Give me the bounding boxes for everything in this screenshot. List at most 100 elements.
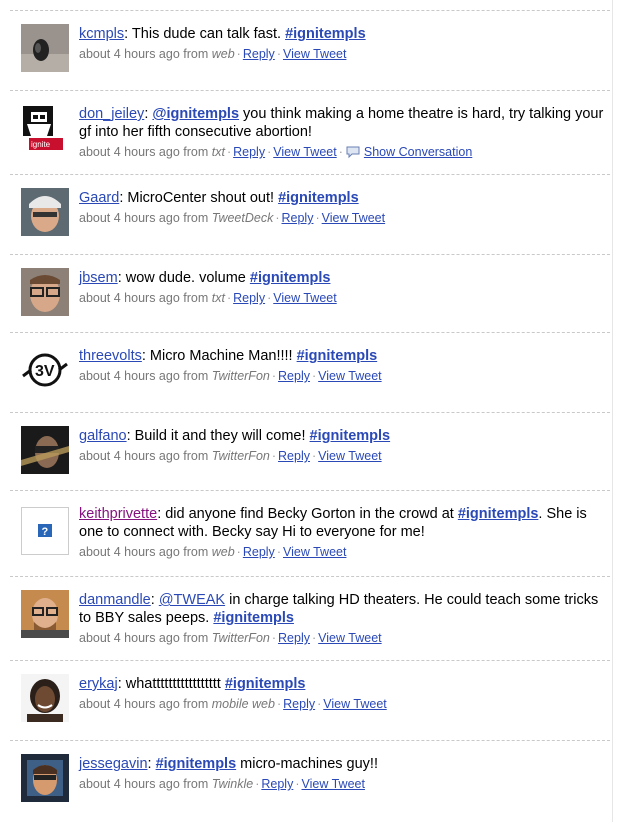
tweet-text-segment: : MicroCenter shout out! xyxy=(119,190,279,206)
tweet-text: kcmpls: This dude can talk fast. #ignite… xyxy=(79,25,606,43)
avatar[interactable]: ignite xyxy=(21,104,69,152)
tweet-source: TwitterFon xyxy=(211,369,270,383)
separator-dot: · xyxy=(312,369,317,383)
tweet-item: jbsem: wow dude. volume #ignitempls abou… xyxy=(10,254,610,333)
tweet-item: 3V threevolts: Micro Machine Man!!!! #ig… xyxy=(10,332,610,413)
tweet-source: mobile web xyxy=(211,697,275,711)
timestamp: about 4 hours ago from xyxy=(79,545,209,559)
separator-dot: · xyxy=(236,545,241,559)
hashtag-link[interactable]: #ignitempls xyxy=(458,506,539,522)
avatar[interactable]: 3V xyxy=(21,346,69,394)
avatar[interactable] xyxy=(21,590,69,638)
tweet-item: Gaard: MicroCenter shout out! #ignitempl… xyxy=(10,174,610,255)
tweet-source: Twinkle xyxy=(211,777,254,791)
tweet-source: web xyxy=(211,47,235,61)
hashtag-link[interactable]: #ignitempls xyxy=(285,26,366,42)
avatar[interactable] xyxy=(21,426,69,474)
tweet-feed: kcmpls: This dude can talk fast. #ignite… xyxy=(0,0,613,822)
hashtag-link[interactable]: @ignitempls xyxy=(152,106,239,122)
username-link[interactable]: threevolts xyxy=(79,348,142,364)
reply-link[interactable]: Reply xyxy=(278,631,310,645)
username-link[interactable]: Gaard xyxy=(79,190,119,206)
view-tweet-link[interactable]: View Tweet xyxy=(318,631,381,645)
timestamp: about 4 hours ago from xyxy=(79,697,209,711)
username-link[interactable]: don_jeiley xyxy=(79,106,144,122)
separator-dot: · xyxy=(317,697,322,711)
reply-link[interactable]: Reply xyxy=(243,47,275,61)
tweet-text: erykaj: whattttttttttttttttt #ignitempls xyxy=(79,675,606,693)
mention-link[interactable]: @TWEAK xyxy=(159,592,225,608)
tweet-source: TweetDeck xyxy=(211,211,274,225)
tweet-text: Gaard: MicroCenter shout out! #ignitempl… xyxy=(79,189,606,207)
tweet-meta: about 4 hours ago from txt · Reply · View Tw… xyxy=(79,290,606,306)
reply-link[interactable]: Reply xyxy=(278,449,310,463)
tweet-text-segment: : did anyone find Becky Gorton in the cr… xyxy=(157,506,458,522)
username-link[interactable]: galfano xyxy=(79,428,127,444)
separator-dot: · xyxy=(295,777,300,791)
tweet-item: ? keithprivette: did anyone find Becky G… xyxy=(10,490,610,577)
hashtag-link[interactable]: #ignitempls xyxy=(156,756,237,772)
view-tweet-link[interactable]: View Tweet xyxy=(302,777,365,791)
timestamp: about 4 hours ago from xyxy=(79,777,209,791)
reply-link[interactable]: Reply xyxy=(282,211,314,225)
reply-link[interactable]: Reply xyxy=(233,291,265,305)
username-link[interactable]: kcmpls xyxy=(79,26,124,42)
tweet-item: jessegavin: #ignitempls micro-machines g… xyxy=(10,740,610,823)
avatar[interactable] xyxy=(21,24,69,72)
tweet-text: keithprivette: did anyone find Becky Gor… xyxy=(79,505,606,541)
svg-text:ignite: ignite xyxy=(31,140,51,149)
separator-dot: · xyxy=(267,145,272,159)
timestamp: about 4 hours ago from xyxy=(79,291,209,305)
view-tweet-link[interactable]: View Tweet xyxy=(322,211,385,225)
tweet-source: TwitterFon xyxy=(211,631,270,645)
reply-link[interactable]: Reply xyxy=(243,545,275,559)
tweet-text-segment: : whattttttttttttttttt xyxy=(117,676,225,692)
tweet-text-segment: : Build it and they will come! xyxy=(126,428,310,444)
tweet-source: TwitterFon xyxy=(211,449,270,463)
reply-link[interactable]: Reply xyxy=(233,145,265,159)
hashtag-link[interactable]: #ignitempls xyxy=(213,610,294,626)
hashtag-link[interactable]: #ignitempls xyxy=(278,190,359,206)
separator-dot: · xyxy=(271,631,277,645)
reply-link[interactable]: Reply xyxy=(278,369,310,383)
username-link[interactable]: danmandle xyxy=(79,592,151,608)
view-tweet-link[interactable]: View Tweet xyxy=(318,369,381,383)
separator-dot: · xyxy=(315,211,320,225)
view-tweet-link[interactable]: View Tweet xyxy=(323,697,386,711)
timestamp: about 4 hours ago from xyxy=(79,145,209,159)
view-tweet-link[interactable]: View Tweet xyxy=(273,291,336,305)
separator-dot: · xyxy=(226,291,232,305)
show-conversation-link[interactable]: Show Conversation xyxy=(364,145,472,159)
username-link[interactable]: keithprivette xyxy=(79,506,157,522)
avatar[interactable] xyxy=(21,674,69,722)
view-tweet-link[interactable]: View Tweet xyxy=(318,449,381,463)
hashtag-link[interactable]: #ignitempls xyxy=(250,270,331,286)
view-tweet-link[interactable]: View Tweet xyxy=(283,545,346,559)
avatar[interactable] xyxy=(21,188,69,236)
hashtag-link[interactable]: #ignitempls xyxy=(225,676,306,692)
username-link[interactable]: jbsem xyxy=(79,270,118,286)
view-tweet-link[interactable]: View Tweet xyxy=(283,47,346,61)
hashtag-link[interactable]: #ignitempls xyxy=(297,348,378,364)
separator-dot: · xyxy=(255,777,260,791)
hashtag-link[interactable]: #ignitempls xyxy=(310,428,391,444)
separator-dot: · xyxy=(275,211,280,225)
tweet-item: kcmpls: This dude can talk fast. #ignite… xyxy=(10,10,610,91)
tweet-meta: about 4 hours ago from TwitterFon · Reply ·… xyxy=(79,368,606,384)
timestamp: about 4 hours ago from xyxy=(79,47,209,61)
username-link[interactable]: erykaj xyxy=(79,676,118,692)
tweet-item: erykaj: whattttttttttttttttt #ignitempls… xyxy=(10,660,610,741)
avatar[interactable] xyxy=(21,268,69,316)
view-tweet-link[interactable]: View Tweet xyxy=(273,145,336,159)
tweet-text-segment: micro-machines guy!! xyxy=(236,756,378,772)
reply-link[interactable]: Reply xyxy=(283,697,315,711)
separator-dot: · xyxy=(271,369,277,383)
tweet-item: ignite don_jeiley: @ignitempls you think… xyxy=(10,90,610,175)
tweet-text: galfano: Build it and they will come! #i… xyxy=(79,427,606,445)
username-link[interactable]: jessegavin xyxy=(79,756,148,772)
reply-link[interactable]: Reply xyxy=(261,777,293,791)
avatar[interactable] xyxy=(21,754,69,802)
avatar[interactable]: ? xyxy=(21,507,69,555)
tweet-source: txt xyxy=(211,145,225,159)
separator-dot: · xyxy=(338,145,343,159)
